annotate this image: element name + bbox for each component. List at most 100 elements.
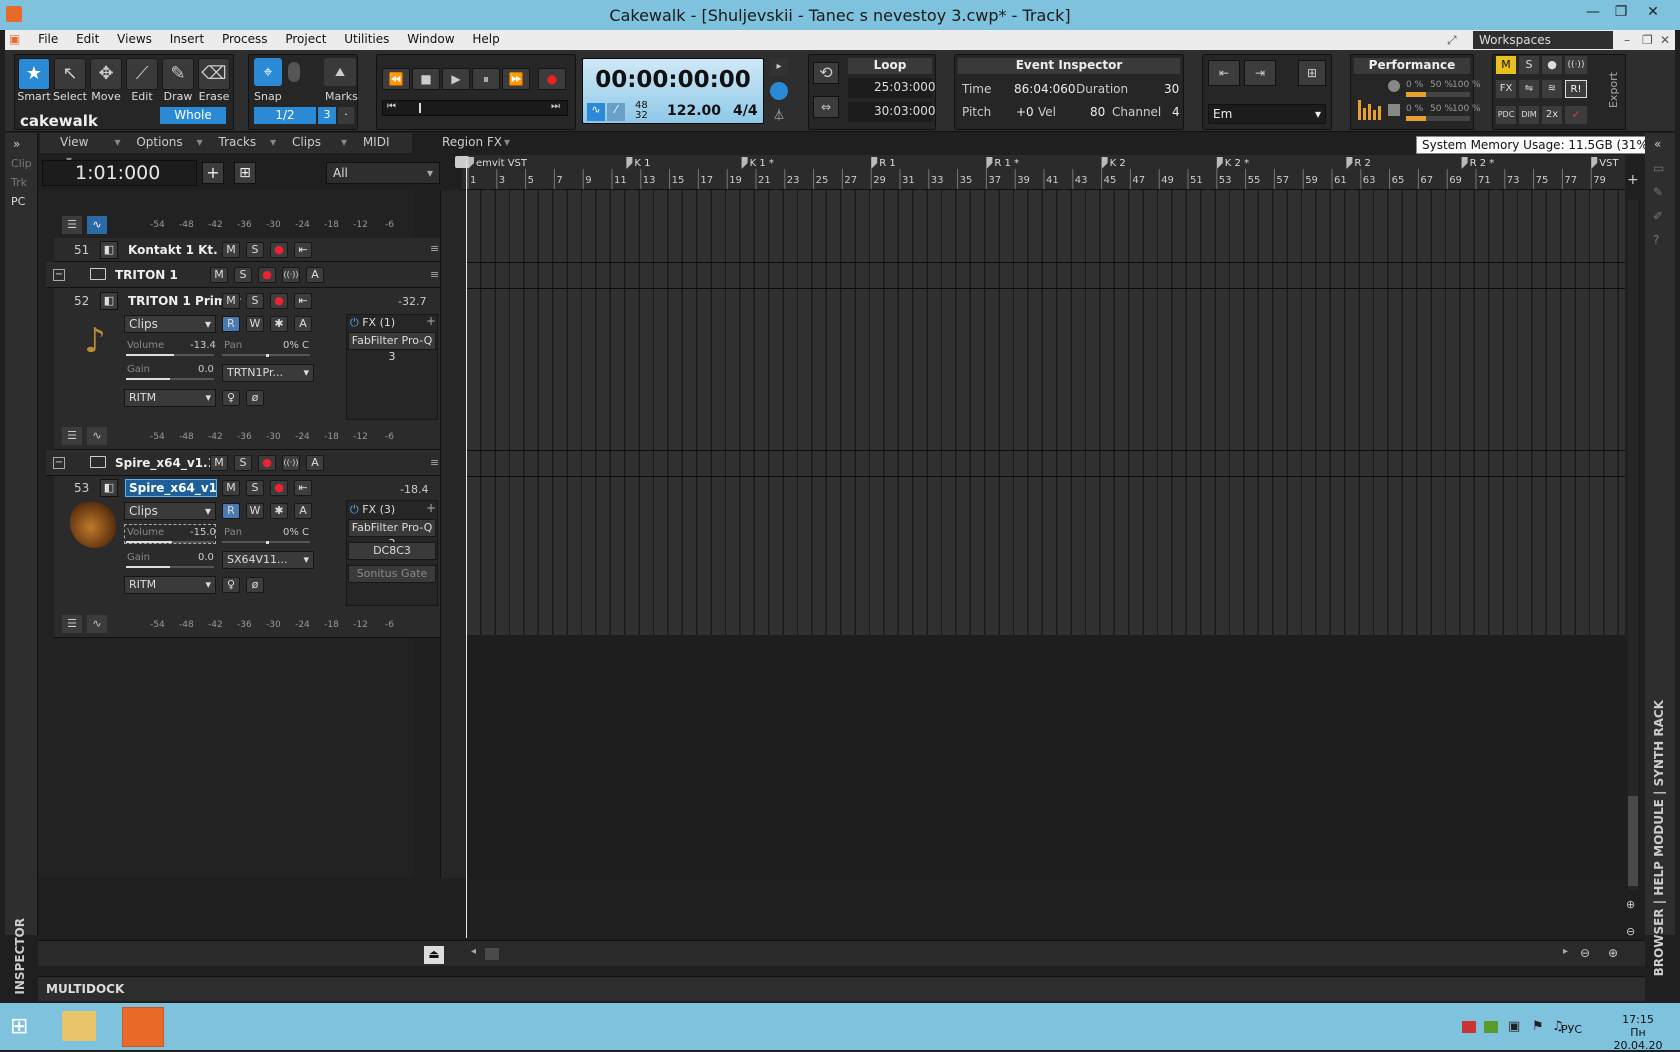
output-dropdown[interactable]: TRTN1Pr... ▾ [222,364,314,382]
marker-flag[interactable] [1346,157,1353,169]
horizontal-scroll-thumb[interactable] [485,948,499,960]
input-dropdown[interactable]: RITM ▾ [124,389,216,407]
input-monitor-button[interactable]: ✱ [270,503,288,519]
pan-value[interactable]: 0% C [283,527,309,538]
record-arm-button[interactable]: ● [270,242,288,258]
snap-toggle-icon[interactable]: ⌖ [254,58,282,86]
menu-view[interactable]: View [60,133,88,151]
menu-window[interactable]: Window [400,30,461,48]
tab-pc[interactable]: PC [11,195,31,208]
event-velocity[interactable]: 80 [1090,105,1105,119]
close-button[interactable]: ✕ [1642,4,1664,22]
marker-flag[interactable] [626,157,633,169]
meter-display[interactable]: 4/4 [733,103,758,119]
browser-tabs[interactable]: BROWSER | HELP MODULE | SYNTH RACK [1652,700,1666,976]
erase-tool-button[interactable]: ⌫ [198,58,230,90]
add-marker-plus-icon[interactable]: + [1627,172,1639,188]
prev-marker-icon[interactable]: ⇤ [1208,60,1240,86]
archive-button[interactable]: A [294,316,312,332]
track-menu-icon[interactable]: ≡ [430,242,439,255]
browser-media-icon[interactable]: ▭ [1653,161,1667,175]
mute-button[interactable]: M [222,480,240,496]
marker-label[interactable]: R 2 [1354,158,1371,169]
folder-name[interactable]: TRITON 1 [115,268,178,282]
automation-icon[interactable]: ∿ [87,615,107,633]
menu-edit[interactable]: Edit [69,30,106,48]
snap-dot[interactable]: · [338,107,354,124]
menu-options[interactable]: Options [136,133,182,151]
add-marker-icon[interactable]: ⊞ [1298,60,1326,86]
menu-utilities[interactable]: Utilities [337,30,396,48]
now-time-cursor[interactable] [466,160,467,938]
mute-button[interactable]: M [210,455,228,471]
language-indicator[interactable]: РУС [1561,1023,1582,1036]
mute-button[interactable]: M [210,267,228,283]
double-button[interactable]: 2x [1542,106,1562,124]
solo-button[interactable]: S [246,293,264,309]
event-pitch[interactable]: +0 [1016,105,1034,119]
fx-slot[interactable]: DC8C3 [348,542,436,560]
solo-button[interactable]: S [246,480,264,496]
marker-label[interactable]: K 1 [634,158,650,169]
menu-clips[interactable]: Clips [292,133,321,151]
tray-nvidia-icon[interactable] [1484,1021,1498,1033]
menu-project[interactable]: Project [278,30,333,48]
marker-label[interactable]: emvit VST [476,158,528,169]
write-automation-button[interactable]: W [246,503,264,519]
arm-all-button[interactable]: ● [1542,56,1562,74]
solo-all-button[interactable]: S [1519,56,1539,74]
select-tool-button[interactable]: ↖ [54,58,86,90]
record-arm-button[interactable]: ● [258,455,276,471]
automation-icon[interactable]: ∿ [87,427,107,445]
vertical-scrollbar[interactable] [1628,200,1638,890]
snap-resolution[interactable]: 1/2 [254,107,316,124]
marker-label[interactable]: K 2 [1110,158,1126,169]
marks-icon[interactable]: ⛰ [324,58,356,86]
write-automation-button[interactable]: W [246,316,264,332]
horizontal-scrollbar[interactable]: ◂ ▸ [467,946,1577,961]
automation-read-button[interactable]: R! [1565,80,1587,98]
freeze-button[interactable]: ⇤ [294,480,312,496]
record-button[interactable]: ● [538,68,566,90]
position-thumb[interactable] [419,103,421,113]
zoom-out-icon[interactable]: ⊖ [1626,925,1635,938]
loop-start[interactable]: 25:03:000 [848,78,936,98]
next-marker-icon[interactable]: ⇥ [1244,60,1276,86]
menu-process[interactable]: Process [215,30,275,48]
file-explorer-icon[interactable] [62,1011,96,1041]
menu-midi[interactable]: MIDI [363,133,390,151]
archive-button[interactable]: A [306,267,324,283]
move-tool-button[interactable]: ✥ [90,58,122,90]
pan-slider[interactable] [222,354,310,357]
rewind-button[interactable]: ⏪ [382,68,410,90]
doc-close-button[interactable]: ✕ [1653,31,1677,49]
record-arm-button[interactable]: ● [258,267,276,283]
marker-label[interactable]: K 1 * [750,158,774,169]
freeze-button[interactable]: ⇤ [294,242,312,258]
time-ruler[interactable]: 1 3 5 7 9 11 13 15 17 19 21 23 25 27 29 31 33 35 37 39 41 43 4… [462,155,1625,190]
volume-value[interactable]: -13.4 [190,340,216,351]
freeze-button[interactable]: ⇤ [294,293,312,309]
marker-label[interactable]: R 1 * [994,158,1019,169]
marker-label[interactable]: R 1 [879,158,896,169]
add-fx-icon[interactable]: + [426,314,436,328]
folder-collapse-icon[interactable]: − [53,269,65,281]
pause-button[interactable]: ⏸ [472,68,500,90]
record-arm-button[interactable]: ● [270,293,288,309]
clips-empty-area[interactable] [467,635,1625,878]
track-settings-icon[interactable]: ☰ [62,615,82,633]
zoom-in-icon[interactable]: ⊕ [1626,898,1635,911]
read-automation-button[interactable]: R [222,316,240,332]
cakewalk-taskbar-icon[interactable] [122,1007,164,1047]
eject-icon[interactable]: ⏏ [424,946,444,964]
track-splitter[interactable] [440,190,467,878]
clips-pane[interactable] [467,190,1625,635]
browser-plugins-icon[interactable]: ✎ [1653,185,1667,199]
draw-tool-button[interactable]: ✎ [162,58,194,90]
automation-icon[interactable]: ∿ [87,216,107,234]
loop-end[interactable]: 30:03:000 [848,102,936,122]
mute-all-button[interactable]: M [1496,56,1516,74]
snap-knob-icon[interactable] [288,62,300,82]
doc-minimize-button[interactable]: – [1617,31,1637,49]
region-fx-chevron-icon[interactable]: ▾ [504,135,510,149]
